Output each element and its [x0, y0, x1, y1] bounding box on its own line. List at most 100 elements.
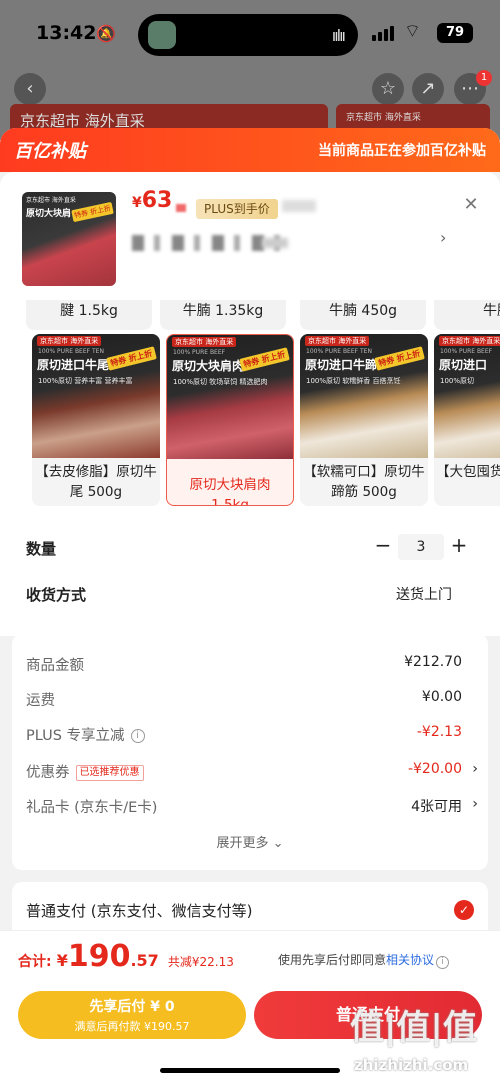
chevron-right-icon[interactable]: ›: [472, 796, 478, 812]
option-brand: 京东超市 海外直采: [37, 336, 102, 346]
option-partial[interactable]: 牛腩 450g: [300, 300, 426, 330]
quantity-minus-button[interactable]: −: [374, 533, 392, 557]
option-image-title: 原切大块肩肉: [172, 359, 245, 373]
thumb-title: 原切大块肩: [26, 209, 72, 219]
option-brand: 京东超市 海外直采: [172, 337, 237, 347]
option-partial[interactable]: 牛腩 1.35kg: [160, 300, 286, 330]
thumb-promo: 特券 折上折: [70, 201, 114, 223]
coupon-tag: 已选推荐优惠: [75, 765, 144, 781]
clock: 13:42: [36, 22, 97, 44]
plus-price-tag: PLUS到手价: [196, 199, 278, 219]
option-image-title: 原切进口: [439, 358, 488, 372]
option-caption: 原切大块肩肉 1.5kg: [189, 477, 271, 506]
option-image-title: 原切进口牛蹄: [305, 358, 378, 372]
shipping-label: 运费: [26, 693, 55, 709]
option-english: 100% PURE BEEF: [440, 348, 493, 355]
wifi-icon: ⌔: [404, 21, 421, 42]
close-icon[interactable]: ✕: [460, 194, 482, 216]
goods-amount-row: 商品金额 ¥212.70: [26, 654, 474, 675]
option-partial[interactable]: 牛腩: [434, 300, 500, 330]
chevron-right-icon[interactable]: ›: [472, 761, 478, 777]
shipping-value: ¥0.00: [421, 689, 462, 705]
option-english: 100% PURE BEEF: [173, 349, 226, 356]
battery-indicator: 79: [437, 23, 473, 43]
pay-later-subtitle: 满意后再付款 ¥190.57: [74, 1020, 190, 1033]
status-bar: 13:42 🔕 ıılıı ⌔ 79: [0, 0, 500, 64]
order-total: 合计: ¥190.57 共减¥22.13: [18, 939, 234, 974]
now-playing-avatar: [148, 21, 176, 49]
subsidy-note: 当前商品正在参加百亿补贴: [318, 143, 486, 159]
pay-later-title: 先享后付 ¥ 0: [89, 999, 175, 1015]
watermark-logo: 值|值|值: [350, 1008, 477, 1048]
star-icon: ☆: [372, 73, 404, 105]
option-image-title: 原切进口牛尾: [37, 358, 110, 372]
redacted-original-price: [282, 200, 316, 212]
expand-more-button[interactable]: 展开更多 ⌄: [12, 832, 488, 851]
product-price: ¥63: [132, 188, 172, 213]
expand-more-label: 展开更多: [216, 836, 269, 851]
thumb-brand: 京东超市 海外直采: [26, 197, 76, 204]
option-caption: 【去皮修脂】原切牛尾 500g: [35, 464, 157, 500]
price-symbol: ¥: [132, 195, 142, 211]
quantity-label: 数量: [26, 540, 57, 558]
subsidy-logo: 百亿补贴: [14, 141, 86, 162]
coupon-label: 优惠券: [26, 765, 70, 781]
option-card-selected[interactable]: 京东超市 海外直采 100% PURE BEEF 原切大块肩肉 100%原切 牧…: [166, 334, 294, 506]
chevron-right-icon[interactable]: ›: [440, 228, 446, 247]
total-saved: 共减¥22.13: [167, 955, 234, 969]
subsidy-bar: 百亿补贴 当前商品正在参加百亿补贴: [0, 128, 500, 172]
option-brand: 京东超市 海外直采: [439, 336, 500, 346]
payment-method-label: 普通支付 (京东支付、微信支付等): [26, 902, 253, 920]
option-card[interactable]: 京东超市 海外直采 100% PURE BEEF 原切进口 100%原切 【大包…: [434, 334, 500, 506]
product-thumbnail[interactable]: 京东超市 海外直采 原切大块肩 特券 折上折: [22, 192, 116, 286]
product-header: 京东超市 海外直采 原切大块肩 特券 折上折 ¥63 PLUS到手价 ✕ ›: [0, 172, 500, 300]
pay-later-button[interactable]: 先享后付 ¥ 0 满意后再付款 ¥190.57: [18, 991, 246, 1039]
watermark-url: zhizhizhi.com: [354, 1056, 469, 1074]
total-integer: 190: [67, 939, 131, 974]
coupon-value: -¥20.00: [407, 761, 462, 777]
option-features: 100%原切 软糯鲜香 百搭烹饪: [306, 377, 401, 385]
option-english: 100% PURE BEEF TEN: [38, 348, 104, 355]
option-features: 100%原切 营养丰富 营养丰富: [38, 377, 133, 385]
mute-bell-icon: 🔕: [96, 24, 116, 43]
quantity-plus-button[interactable]: +: [450, 533, 468, 557]
total-decimal: .57: [130, 951, 159, 970]
option-features: 100%原切: [440, 377, 475, 385]
info-icon[interactable]: i: [130, 729, 145, 743]
redacted-spec-2: [262, 238, 288, 248]
plus-discount-value: -¥2.13: [416, 724, 462, 740]
goods-amount-label: 商品金额: [26, 658, 84, 674]
option-features: 100%原切 牧场草饲 精选肥肉: [173, 378, 268, 386]
amount-breakdown: 商品金额 ¥212.70 运费 ¥0.00 PLUS 专享立减 i -¥2.13 …: [12, 634, 488, 870]
giftcard-label: 礼品卡 (京东卡/E卡): [26, 800, 158, 816]
chevron-down-icon: ⌄: [268, 836, 284, 851]
option-caption: 【软糯可口】原切牛蹄筋 500g: [303, 464, 425, 500]
total-label: 合计:: [18, 954, 52, 970]
option-partial[interactable]: 腱 1.5kg: [26, 300, 152, 330]
back-icon: ‹: [14, 73, 46, 105]
agreement-text: 使用先享后付即同意相关协议 i: [278, 951, 450, 969]
watermark: 值|值|值 zhizhizhi.com: [350, 1000, 490, 1082]
agreement-link[interactable]: 相关协议: [386, 953, 434, 967]
option-card[interactable]: 京东超市 海外直采 100% PURE BEEF TEN 原切进口牛尾 100%…: [32, 334, 160, 506]
agreement-prefix: 使用先享后付即同意: [278, 953, 387, 967]
coupon-row[interactable]: 优惠券 已选推荐优惠 -¥20.00 ›: [26, 761, 478, 782]
cellular-signal-icon: [372, 26, 394, 41]
dynamic-island: ıılıı: [138, 14, 358, 56]
giftcard-row[interactable]: 礼品卡 (京东卡/E卡) 4张可用 ›: [26, 796, 478, 817]
option-english: 100% PURE BEEF TEN: [306, 348, 372, 355]
info-icon[interactable]: i: [436, 956, 450, 969]
shipping-row: 运费 ¥0.00: [26, 689, 474, 710]
total-symbol: ¥: [56, 951, 68, 970]
option-caption: 【大包囤货】 筋: [436, 464, 500, 480]
quantity-input[interactable]: 3: [398, 534, 444, 560]
notification-badge: 1: [476, 70, 492, 86]
goods-amount-value: ¥212.70: [404, 654, 462, 670]
check-icon[interactable]: ✓: [454, 900, 474, 920]
option-card[interactable]: 京东超市 海外直采 100% PURE BEEF TEN 原切进口牛蹄 100%…: [300, 334, 428, 506]
share-icon: ↗: [412, 73, 444, 105]
audio-wave-icon: ıılıı: [331, 26, 346, 45]
home-indicator[interactable]: [160, 1068, 340, 1073]
redacted-mark: [176, 204, 186, 212]
delivery-value[interactable]: 送货上门: [396, 584, 452, 604]
